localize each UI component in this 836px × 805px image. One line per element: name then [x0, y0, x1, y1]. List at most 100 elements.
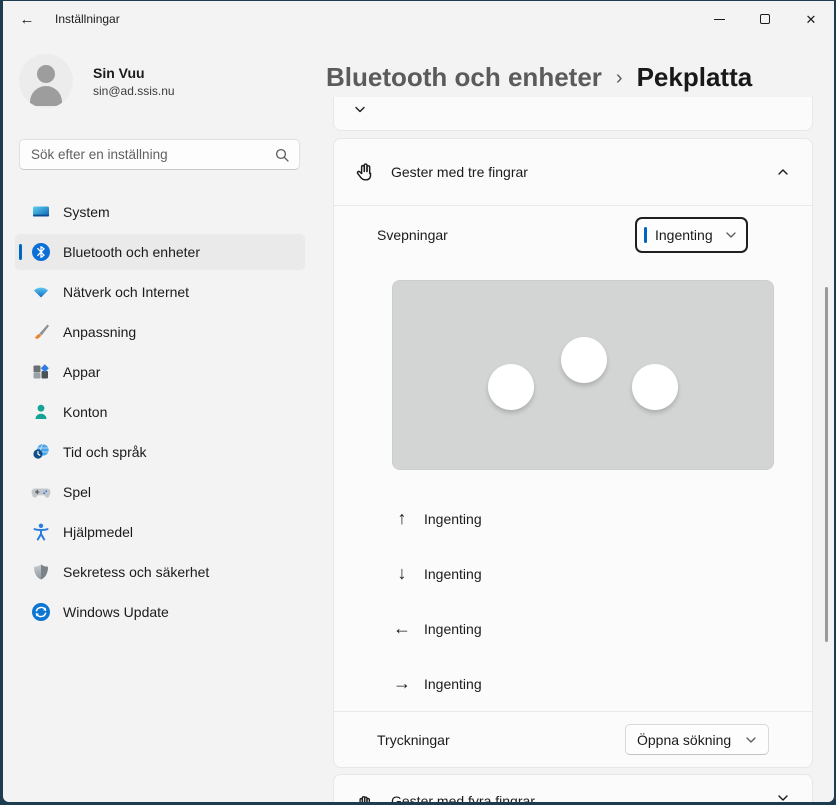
sidebar-item-time-language[interactable]: Tid och språk: [15, 434, 305, 470]
chevron-down-icon: [725, 231, 737, 239]
sidebar-item-label: Appar: [63, 364, 100, 380]
sidebar-item-privacy[interactable]: Sekretess och säkerhet: [15, 554, 305, 590]
dropdown-accent-bar: [644, 227, 647, 243]
accounts-person-icon: [31, 402, 51, 422]
chevron-down-icon: [745, 736, 757, 744]
content-pane: Bluetooth och enheter › Pekplatta: [323, 37, 834, 802]
page-title: Pekplatta: [637, 62, 753, 93]
touchpad-illustration: [392, 280, 774, 470]
swipe-up-action: Ingenting: [424, 511, 482, 527]
four-finger-hand-icon: [352, 793, 376, 802]
sidebar-item-apps[interactable]: Appar: [15, 354, 305, 390]
search-input[interactable]: [31, 147, 275, 162]
shield-icon: [31, 562, 51, 582]
taps-dropdown-value: Öppna sökning: [637, 732, 731, 748]
sidebar-item-accounts[interactable]: Konton: [15, 394, 305, 430]
swipes-dropdown-value: Ingenting: [655, 227, 713, 243]
swipe-up-row: ↑ Ingenting: [334, 491, 812, 546]
system-icon: [31, 202, 51, 222]
arrow-down-icon: ↓: [391, 563, 413, 584]
swipe-down-row: ↓ Ingenting: [334, 546, 812, 601]
swipe-right-row: → Ingenting: [334, 656, 812, 711]
taps-label: Tryckningar: [377, 732, 625, 748]
swipes-label: Svepningar: [377, 227, 635, 243]
settings-search[interactable]: [19, 139, 300, 170]
sidebar-item-label: Tid och språk: [63, 444, 147, 460]
clock-globe-icon: [31, 442, 51, 462]
back-arrow-icon: ←: [20, 11, 35, 28]
settings-scroll-area: Gester med tre fingrar Svepningar Ingent…: [323, 97, 834, 802]
swipe-directions: ↑ Ingenting ↓ Ingenting ← Ingenting →: [334, 491, 812, 711]
sidebar-item-accessibility[interactable]: Hjälpmedel: [15, 514, 305, 550]
sidebar-item-gaming[interactable]: Spel: [15, 474, 305, 510]
minimize-icon: [714, 19, 725, 20]
sidebar-item-windows-update[interactable]: Windows Update: [15, 594, 305, 630]
arrow-left-icon: ←: [391, 618, 413, 639]
windows-update-icon: [31, 602, 51, 622]
finger-dot: [632, 364, 678, 410]
sidebar-item-label: Spel: [63, 484, 91, 500]
three-finger-expander-header[interactable]: Gester med tre fingrar: [334, 139, 812, 205]
minimize-button[interactable]: [696, 1, 742, 37]
finger-dot: [561, 337, 607, 383]
sidebar-item-label: Anpassning: [63, 324, 136, 340]
chevron-down-icon[interactable]: [776, 793, 790, 802]
app-title: Inställningar: [55, 12, 120, 26]
swipe-down-action: Ingenting: [424, 566, 482, 582]
scrollbar[interactable]: [822, 37, 829, 802]
sidebar-item-bluetooth[interactable]: Bluetooth och enheter: [15, 234, 305, 270]
sidebar-item-label: Sekretess och säkerhet: [63, 564, 209, 580]
sidebar-item-label: Konton: [63, 404, 107, 420]
taps-row: Tryckningar Öppna sökning: [334, 712, 812, 767]
gamepad-icon: [31, 482, 51, 502]
swipes-dropdown[interactable]: Ingenting: [635, 217, 748, 253]
three-finger-gestures-card: Gester med tre fingrar Svepningar Ingent…: [333, 138, 813, 768]
sidebar-item-label: Windows Update: [63, 604, 169, 620]
swipes-row: Svepningar Ingenting: [334, 206, 812, 263]
swipe-right-action: Ingenting: [424, 676, 482, 692]
three-finger-title: Gester med tre fingrar: [391, 164, 776, 180]
close-button[interactable]: ✕: [788, 1, 834, 37]
search-icon[interactable]: [275, 148, 289, 162]
sidebar-item-label: System: [63, 204, 110, 220]
sidebar-item-personalization[interactable]: Anpassning: [15, 314, 305, 350]
back-button[interactable]: ←: [11, 6, 43, 32]
swipe-left-action: Ingenting: [424, 621, 482, 637]
maximize-button[interactable]: [742, 1, 788, 37]
titlebar: ← Inställningar ✕: [3, 1, 834, 37]
paintbrush-icon: [31, 322, 51, 342]
window-controls: ✕: [696, 1, 834, 37]
four-finger-title: Gester med fyra fingrar: [391, 793, 776, 802]
sidebar-item-label: Hjälpmedel: [63, 524, 133, 540]
breadcrumb-chevron-icon: ›: [616, 67, 623, 90]
user-profile[interactable]: Sin Vuu sin@ad.ssis.nu: [19, 51, 323, 111]
sidebar-item-system[interactable]: System: [15, 194, 305, 230]
chevron-up-icon[interactable]: [776, 167, 790, 177]
avatar: [19, 54, 73, 108]
four-finger-gestures-card[interactable]: Gester med fyra fingrar: [333, 774, 813, 802]
selected-accent-bar: [19, 244, 22, 260]
swipe-left-row: ← Ingenting: [334, 601, 812, 656]
scrollbar-thumb[interactable]: [825, 287, 828, 642]
sidebar: Sin Vuu sin@ad.ssis.nu System: [3, 37, 323, 802]
three-finger-hand-icon: [352, 161, 376, 184]
sidebar-item-label: Nätverk och Internet: [63, 284, 189, 300]
sidebar-item-network[interactable]: Nätverk och Internet: [15, 274, 305, 310]
previous-card-partial[interactable]: [333, 97, 813, 131]
breadcrumb: Bluetooth och enheter › Pekplatta: [326, 57, 834, 97]
settings-window: ← Inställningar ✕ Sin Vuu sin@ad.ssis.nu: [3, 1, 834, 802]
apps-icon: [31, 362, 51, 382]
bluetooth-icon: [31, 242, 51, 262]
accessibility-icon: [31, 522, 51, 542]
taps-dropdown[interactable]: Öppna sökning: [625, 724, 769, 755]
arrow-right-icon: →: [391, 673, 413, 694]
close-icon: ✕: [806, 13, 817, 26]
finger-dot: [488, 364, 534, 410]
profile-name: Sin Vuu: [93, 65, 175, 81]
wifi-icon: [31, 282, 51, 302]
maximize-icon: [760, 14, 770, 24]
sidebar-nav: System Bluetooth och enheter Nätverk och…: [3, 194, 323, 630]
breadcrumb-parent[interactable]: Bluetooth och enheter: [326, 62, 602, 93]
chevron-down-icon[interactable]: [353, 102, 367, 120]
sidebar-item-label: Bluetooth och enheter: [63, 244, 200, 260]
